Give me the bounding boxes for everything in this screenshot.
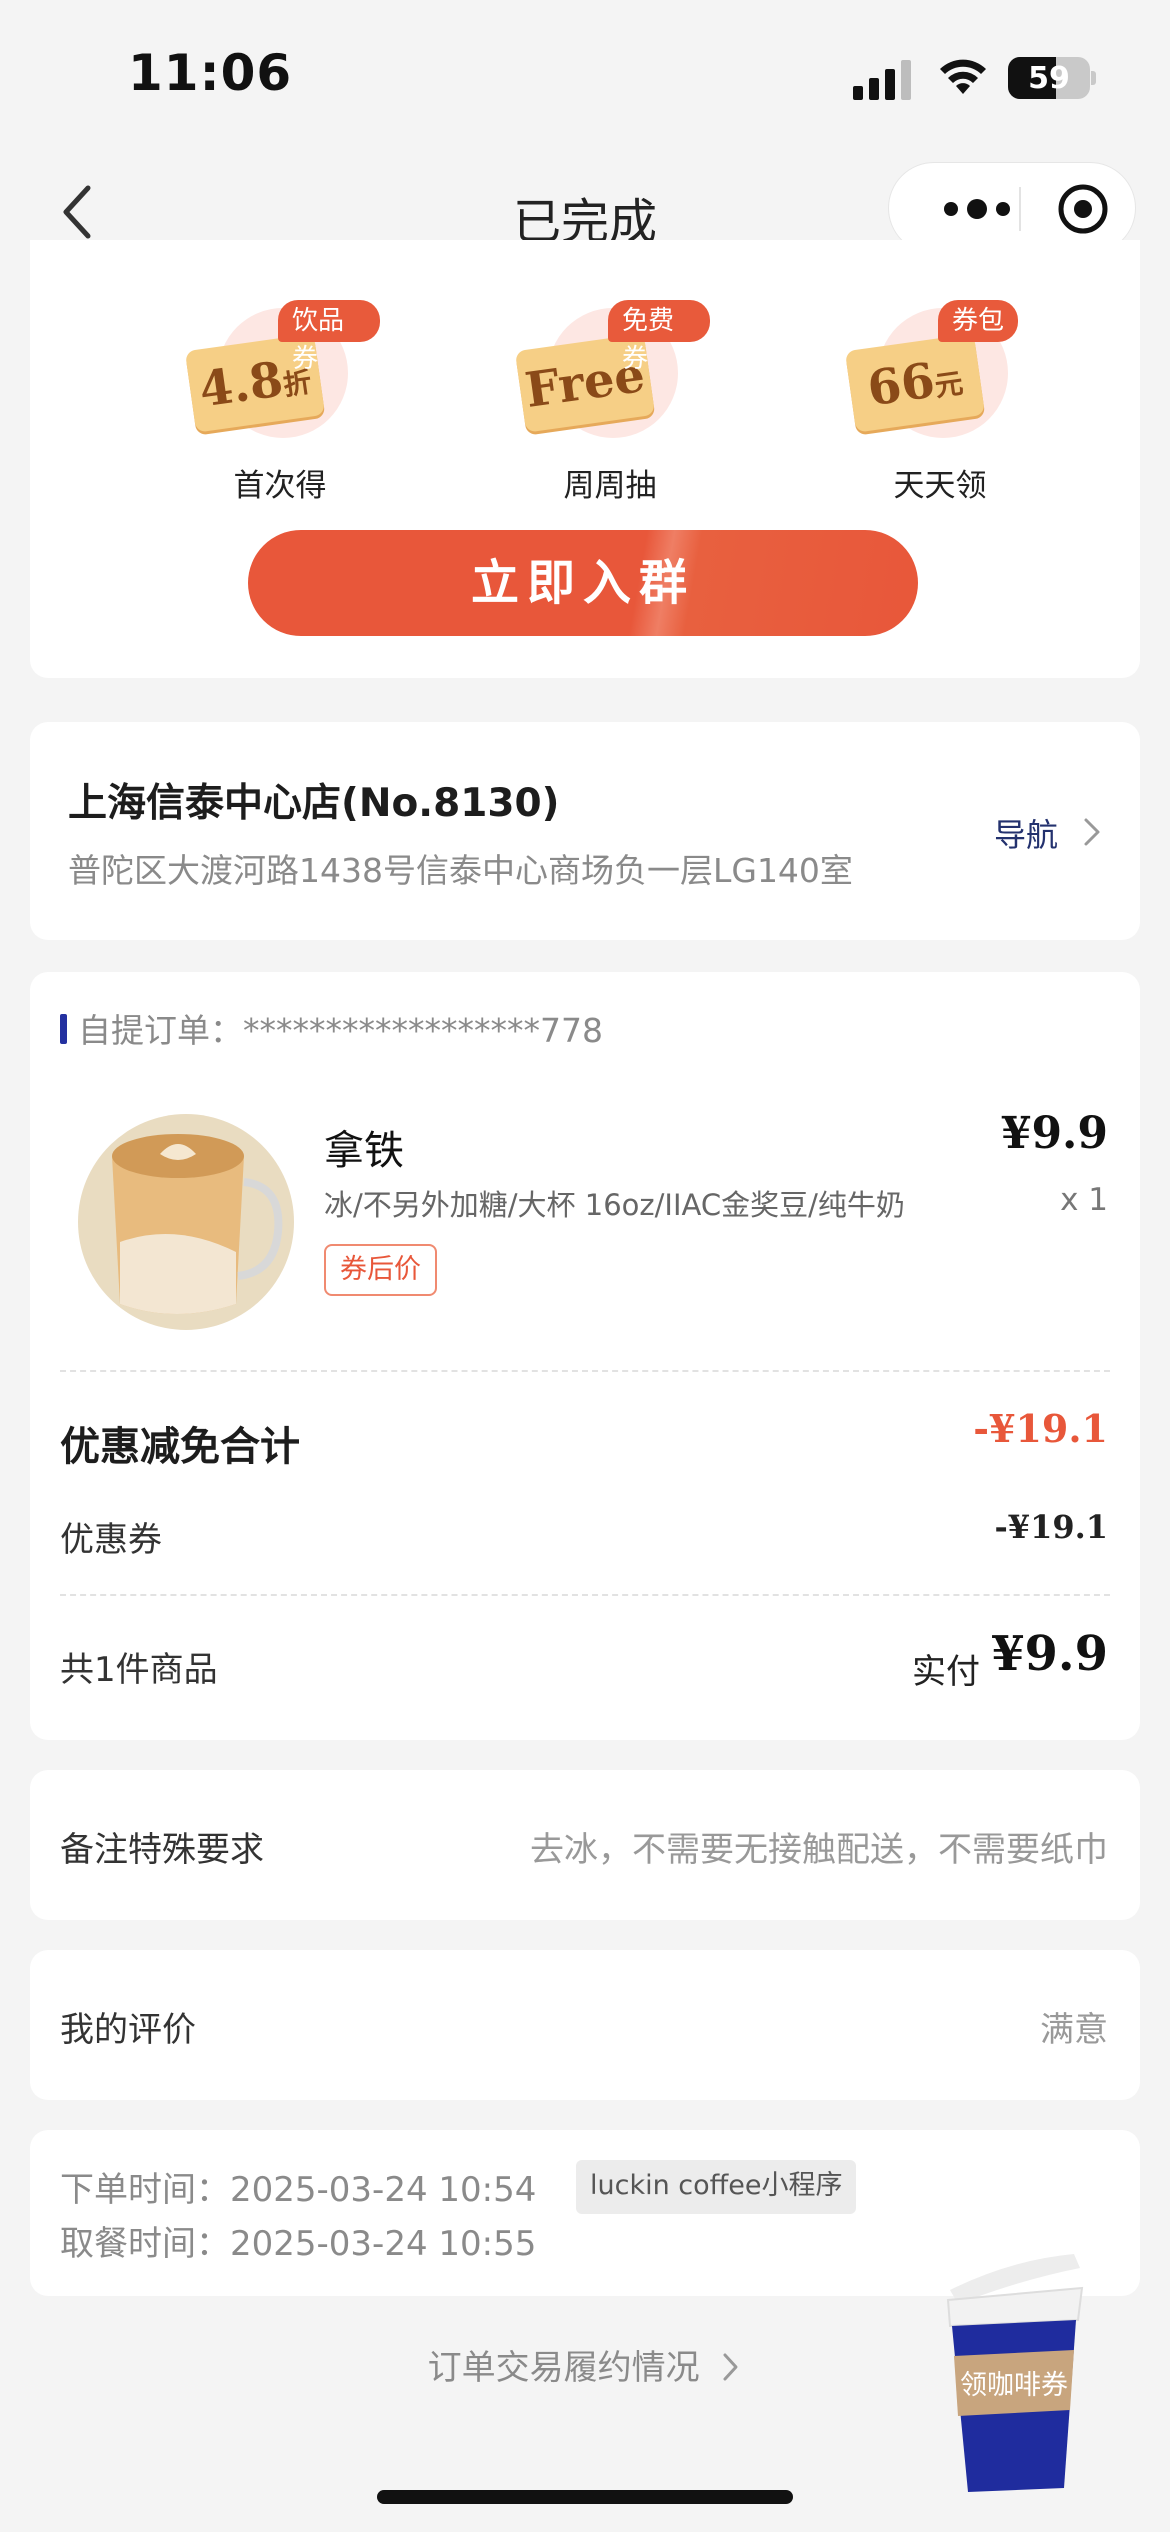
product-spec: 冰/不另外加糖/大杯 16oz/IIAC金奖豆/纯牛奶: [324, 1188, 905, 1222]
battery-icon: 59: [1008, 57, 1090, 99]
promo-item-weekly[interactable]: Free 免费券 周周抽: [510, 300, 710, 540]
promo-label: 首次得: [233, 468, 327, 504]
promo-item-daily[interactable]: 66元 券包 天天领: [840, 300, 1040, 540]
promo-tag: 券包: [938, 300, 1019, 342]
chevron-right-icon[interactable]: [1080, 814, 1104, 850]
join-group-button[interactable]: 立即入群: [248, 530, 918, 636]
battery-level: 59: [1028, 61, 1070, 96]
chevron-right-icon: [723, 2353, 738, 2381]
capsule-divider: [1019, 187, 1021, 231]
fulfillment-link-label: 订单交易履约情况: [427, 2348, 700, 2388]
promo-value: 66: [864, 352, 939, 418]
review-label: 我的评价: [60, 2010, 196, 2050]
product-quantity: x 1: [1060, 1182, 1108, 1218]
wifi-icon: [940, 59, 986, 94]
coupon-value: -¥19.1: [994, 1508, 1108, 1546]
discount-total-label: 优惠减免合计: [60, 1424, 300, 1470]
source-badge: luckin coffee小程序: [576, 2160, 857, 2214]
more-icon[interactable]: [929, 181, 1039, 237]
remark-value: 去冰，不需要无接触配送，不需要纸巾: [530, 1830, 1108, 1870]
battery-tip: [1091, 71, 1096, 85]
promo-tag: 饮品券: [278, 300, 380, 374]
review-card[interactable]: 我的评价 满意: [30, 1950, 1140, 2100]
promo-tag: 免费券: [608, 300, 710, 374]
store-card: 上海信泰中心店(No.8130) 普陀区大渡河路1438号信泰中心商场负一层LG…: [30, 722, 1140, 940]
divider: [60, 1370, 1110, 1372]
cellular-signal-icon: [853, 60, 911, 100]
home-indicator: [377, 2490, 793, 2504]
remark-card: 备注特殊要求 去冰，不需要无接触配送，不需要纸巾: [30, 1770, 1140, 1920]
close-miniprogram-icon[interactable]: [1057, 183, 1109, 235]
coupon-label: 优惠券: [60, 1520, 162, 1560]
store-name: 上海信泰中心店(No.8130): [68, 781, 560, 826]
coffee-coupon-float-icon[interactable]: 领咖啡券: [940, 2250, 1090, 2500]
latte-product-image: [78, 1114, 294, 1330]
product-price: ¥9.9: [1000, 1108, 1108, 1159]
promo-value: 4.8: [195, 351, 287, 419]
coffee-coupon-label: 领咖啡券: [960, 2370, 1068, 2401]
paid-amount: ¥9.9: [991, 1626, 1108, 1682]
order-label-bar: [60, 1014, 67, 1044]
paid-label: 实付: [912, 1652, 980, 1692]
status-time: 11:06: [128, 44, 293, 102]
product-name: 拿铁: [324, 1128, 404, 1174]
promo-label: 天天领: [893, 468, 987, 504]
coupon-price-badge: 券后价: [324, 1244, 437, 1296]
pickup-time: 取餐时间：2025-03-24 10:55: [60, 2224, 537, 2264]
item-count: 共1件商品: [60, 1650, 218, 1690]
order-number: 自提订单：******************778: [78, 1011, 603, 1050]
community-promo-card: 4.8折 饮品券 首次得 Free 免费券 周周抽 66元 券包 天天领 立即入…: [30, 240, 1140, 678]
promo-label: 周周抽: [563, 468, 657, 504]
review-value: 满意: [1040, 2010, 1108, 2050]
store-address: 普陀区大渡河路1438号信泰中心商场负一层LG140室: [68, 851, 853, 890]
remark-label: 备注特殊要求: [60, 1830, 264, 1870]
discount-total-value: -¥19.1: [973, 1406, 1108, 1451]
divider: [60, 1594, 1110, 1596]
order-card: 自提订单：******************778 拿铁 冰/不另外加糖/大杯…: [30, 972, 1140, 1740]
navigate-link[interactable]: 导航: [994, 810, 1058, 856]
promo-unit: 元: [932, 366, 966, 404]
order-time: 下单时间：2025-03-24 10:54: [60, 2170, 537, 2210]
promo-item-first[interactable]: 4.8折 饮品券 首次得: [180, 300, 380, 540]
